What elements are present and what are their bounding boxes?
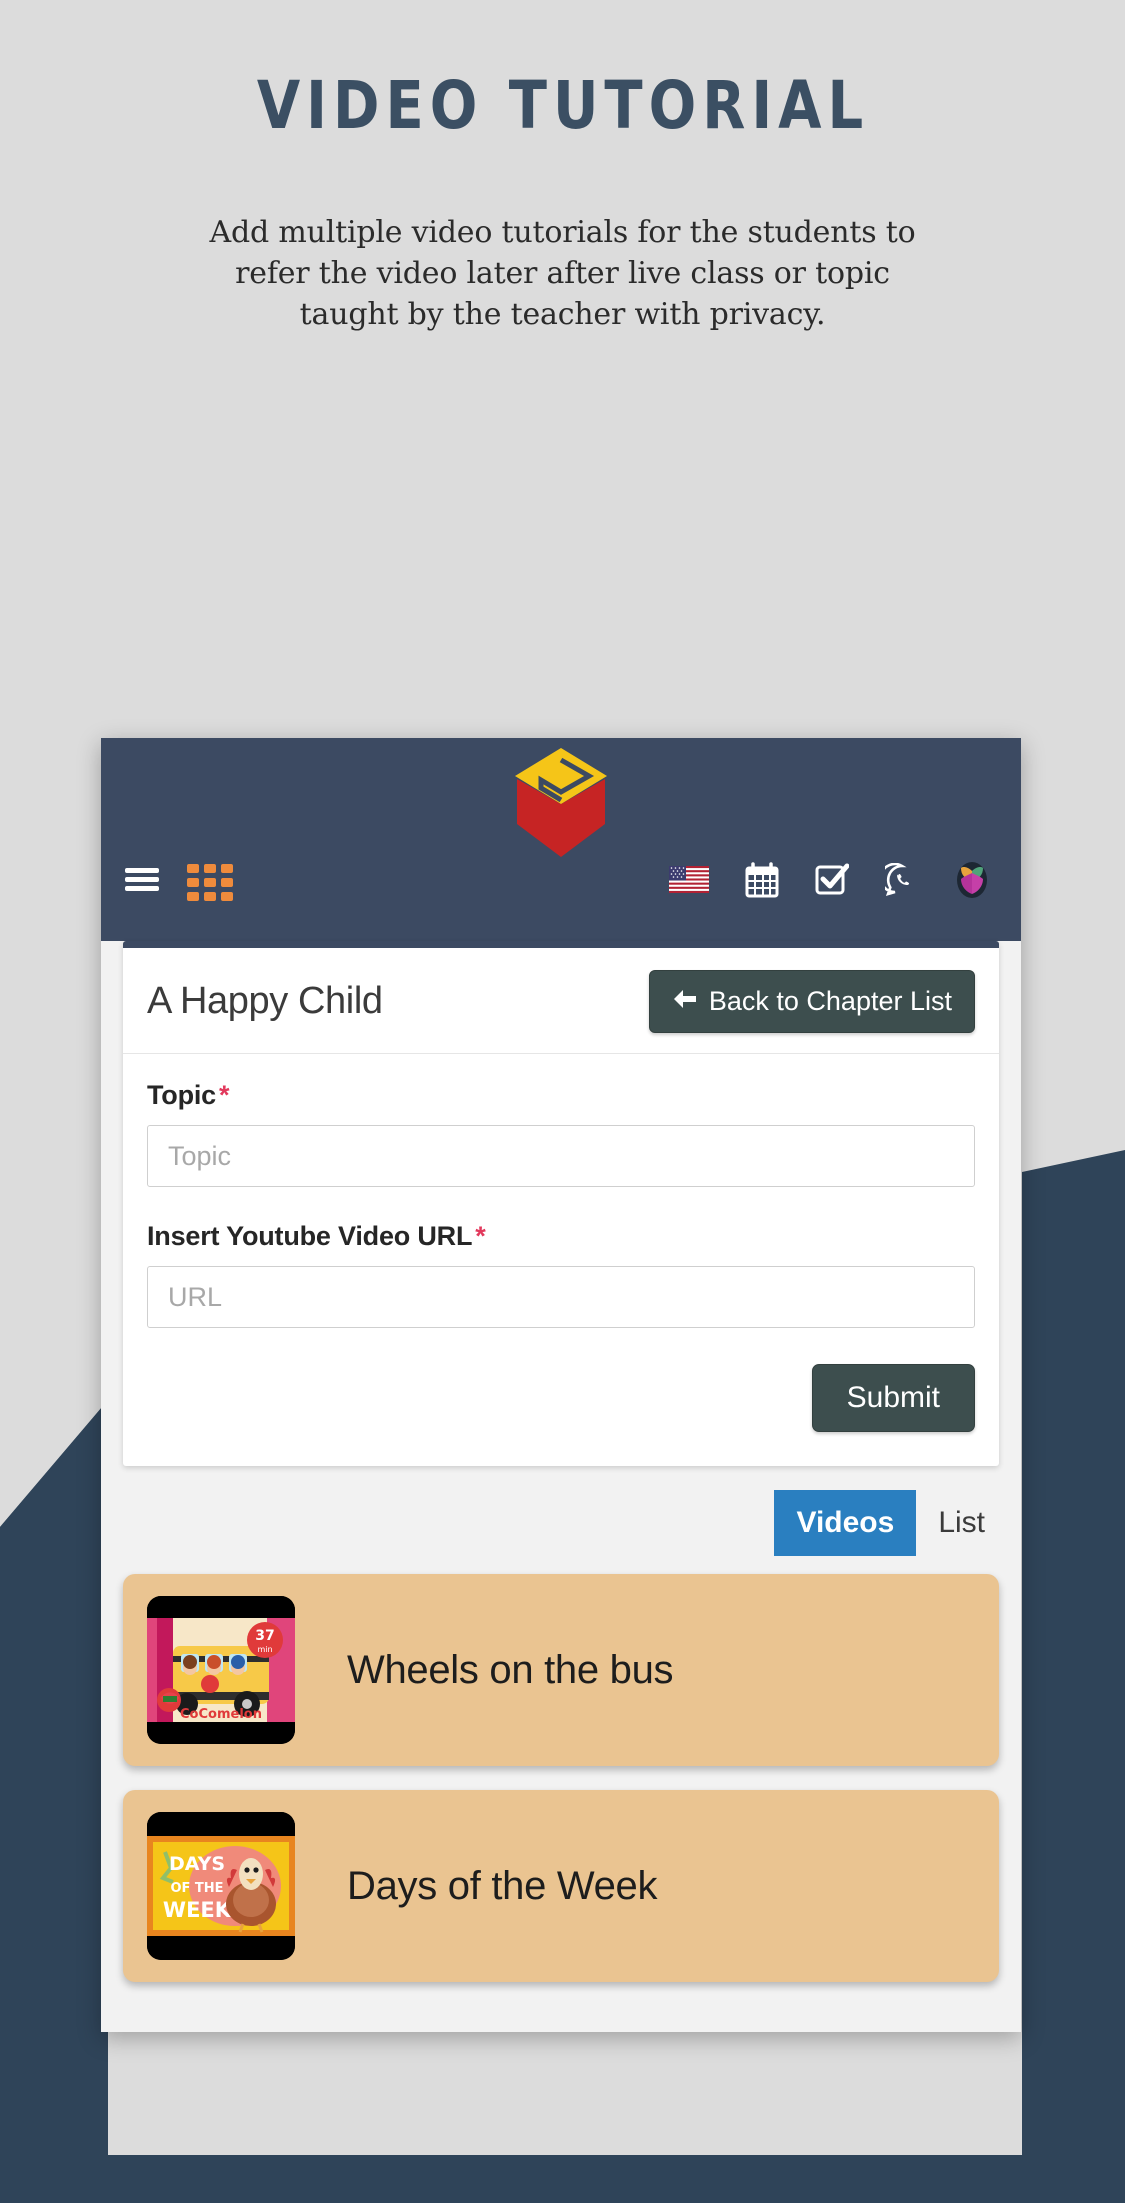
arrow-left-icon — [672, 986, 698, 1017]
navbar-left-group — [125, 863, 233, 901]
navbar-right-group — [669, 861, 997, 904]
navbar-row — [101, 857, 1021, 907]
app-logo-box[interactable] — [511, 744, 611, 867]
list-item[interactable]: 37 min CoComelon Wheels on the bus — [123, 1574, 999, 1766]
video-tabs: Videos List — [123, 1490, 1007, 1556]
video-form-card: A Happy Child Back to Chapter List Topic… — [123, 941, 999, 1466]
back-button-label: Back to Chapter List — [708, 986, 952, 1016]
days-of-the-week-thumb: DAYS OF THE WEEK — [147, 1812, 295, 1960]
profile-book-icon[interactable] — [955, 861, 989, 904]
video-form: Topic* Insert Youtube Video URL* Submit — [123, 1054, 999, 1466]
card-header: A Happy Child Back to Chapter List — [123, 948, 999, 1054]
svg-text:DAYS: DAYS — [169, 1853, 225, 1875]
task-checkbox-icon[interactable] — [815, 863, 850, 902]
svg-text:OF THE: OF THE — [170, 1881, 223, 1896]
form-actions: Submit — [147, 1364, 975, 1432]
submit-button[interactable]: Submit — [811, 1364, 975, 1432]
page-root: VIDEO TUTORIAL Add multiple video tutori… — [0, 0, 1125, 2203]
hero-description: Add multiple video tutorials for the stu… — [209, 215, 916, 333]
topic-input[interactable] — [147, 1125, 975, 1187]
url-field-label: Insert Youtube Video URL * — [147, 1221, 975, 1252]
days-week-thumbnail-art: DAYS OF THE WEEK — [147, 1812, 295, 1960]
svg-text:37: 37 — [255, 1628, 274, 1644]
hero-title: VIDEO TUTORIAL — [0, 62, 1125, 149]
tab-list[interactable]: List — [916, 1490, 1007, 1556]
hero-title-text: VIDEO TUTORIAL — [256, 68, 868, 144]
topic-label-text: Topic — [147, 1080, 216, 1110]
url-required-mark: * — [475, 1221, 486, 1251]
topic-required-mark: * — [219, 1080, 230, 1110]
app-mockup: A Happy Child Back to Chapter List Topic… — [101, 738, 1021, 2032]
page-title: A Happy Child — [147, 980, 383, 1022]
video-list: 37 min CoComelon Wheels on the bus DAYS … — [123, 1574, 999, 1982]
field-spacer — [147, 1187, 975, 1221]
video-title: Days of the Week — [347, 1863, 658, 1908]
hero-title-art: VIDEO TUTORIAL — [256, 68, 868, 144]
svg-text:WEEK: WEEK — [163, 1898, 232, 1922]
app-logo-icon — [515, 748, 607, 857]
youtube-url-input[interactable] — [147, 1266, 975, 1328]
cocomelon-bus-thumb: 37 min CoComelon — [147, 1596, 295, 1744]
hamburger-icon[interactable] — [125, 867, 159, 898]
app-body: A Happy Child Back to Chapter List Topic… — [101, 941, 1021, 2032]
back-to-chapter-list-button[interactable]: Back to Chapter List — [648, 970, 975, 1033]
topic-field-label: Topic * — [147, 1080, 975, 1111]
calendar-icon[interactable] — [745, 861, 779, 903]
tab-videos[interactable]: Videos — [774, 1490, 917, 1556]
list-item[interactable]: DAYS OF THE WEEK Days of the Week — [123, 1790, 999, 1982]
whatsapp-icon[interactable] — [879, 862, 919, 902]
app-navbar — [101, 738, 1021, 941]
video-title: Wheels on the bus — [347, 1647, 674, 1692]
bus-thumbnail-art: 37 min CoComelon — [147, 1596, 295, 1744]
svg-text:CoComelon: CoComelon — [180, 1707, 262, 1722]
grid-apps-icon[interactable] — [187, 863, 233, 901]
url-label-text: Insert Youtube Video URL — [147, 1221, 473, 1251]
us-flag-icon[interactable] — [669, 866, 709, 898]
svg-text:min: min — [257, 1645, 272, 1654]
